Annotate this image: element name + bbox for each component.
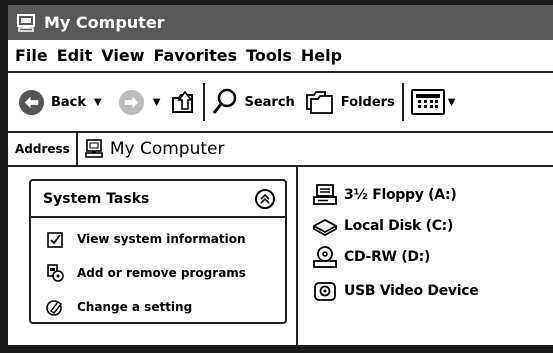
drive-label: CD-RW (D:) — [344, 249, 431, 265]
usb-video-device[interactable]: USB Video Device — [313, 280, 479, 302]
forward-arrow-icon — [118, 89, 144, 115]
search-button[interactable]: Search — [212, 82, 295, 122]
task-pane: System Tasks View system information Add… — [8, 167, 298, 350]
address-field[interactable]: My Computer — [78, 133, 553, 165]
menu-favorites[interactable]: Favorites — [153, 46, 237, 65]
menu-help[interactable]: Help — [301, 46, 342, 65]
back-button[interactable]: Back ▼ — [18, 82, 102, 122]
drive-label: USB Video Device — [344, 283, 479, 299]
task-add-remove-programs[interactable]: Add or remove programs — [31, 256, 285, 290]
task-label: Add or remove programs — [77, 266, 246, 280]
address-value: My Computer — [109, 139, 225, 159]
collapse-chevron-icon[interactable] — [255, 188, 275, 209]
up-folder-button[interactable] — [170, 82, 196, 122]
address-label: Address — [8, 133, 78, 165]
folders-label: Folders — [340, 94, 395, 110]
folders-icon — [305, 91, 333, 114]
views-button[interactable]: ▼ — [410, 82, 456, 122]
task-label: Change a setting — [77, 300, 193, 314]
up-folder-icon — [172, 90, 194, 113]
drives-list: 3½ Floppy (A:) Local Disk (C:) CD-RW (D:… — [308, 167, 553, 350]
toolbar-separator — [203, 83, 206, 121]
system-tasks-panel: System Tasks View system information Add… — [29, 179, 287, 324]
add-remove-programs-icon — [47, 264, 64, 282]
back-label: Back — [51, 94, 87, 110]
webcam-icon — [314, 282, 336, 301]
views-grid-icon — [410, 89, 445, 115]
system-tasks-title: System Tasks — [43, 190, 150, 207]
floppy-drive-icon — [313, 184, 337, 205]
task-change-a-setting[interactable]: Change a setting — [31, 290, 285, 324]
drive-cd-rw-d[interactable]: CD-RW (D:) — [313, 246, 430, 268]
back-dropdown-icon[interactable]: ▼ — [94, 97, 102, 108]
system-tasks-header[interactable]: System Tasks — [31, 181, 285, 218]
views-dropdown-icon[interactable]: ▼ — [448, 97, 456, 108]
drive-floppy-a[interactable]: 3½ Floppy (A:) — [313, 184, 457, 206]
forward-dropdown-icon[interactable]: ▼ — [153, 97, 161, 108]
toolbar-separator — [401, 83, 404, 121]
explorer-window: My Computer File Edit View Favorites Too… — [0, 0, 553, 353]
control-panel-icon — [46, 300, 63, 316]
toolbar: Back ▼ ▼ Search Folders ▼ — [8, 73, 553, 133]
search-label: Search — [244, 94, 295, 110]
menu-tools[interactable]: Tools — [246, 46, 292, 65]
system-tasks-list: View system information Add or remove pr… — [31, 218, 285, 324]
back-arrow-icon — [18, 89, 45, 115]
drive-local-disk-c[interactable]: Local Disk (C:) — [313, 215, 453, 237]
my-computer-icon — [17, 13, 35, 32]
cd-drive-icon — [313, 246, 337, 268]
menu-bar: File Edit View Favorites Tools Help — [8, 40, 553, 73]
my-computer-icon — [85, 139, 103, 158]
menu-edit[interactable]: Edit — [57, 46, 93, 65]
system-info-icon — [47, 232, 63, 248]
forward-button[interactable]: ▼ — [118, 82, 161, 122]
menu-view[interactable]: View — [101, 46, 144, 65]
drive-label: Local Disk (C:) — [344, 218, 454, 234]
title-bar[interactable]: My Computer — [8, 5, 553, 40]
window-title: My Computer — [44, 13, 165, 32]
drive-label: 3½ Floppy (A:) — [344, 187, 457, 203]
menu-file[interactable]: File — [15, 46, 48, 65]
address-bar: Address My Computer — [8, 133, 553, 167]
task-label: View system information — [77, 232, 246, 246]
hard-disk-icon — [313, 218, 337, 237]
task-view-system-information[interactable]: View system information — [31, 222, 285, 256]
folders-button[interactable]: Folders — [305, 82, 395, 122]
search-icon — [213, 88, 237, 114]
